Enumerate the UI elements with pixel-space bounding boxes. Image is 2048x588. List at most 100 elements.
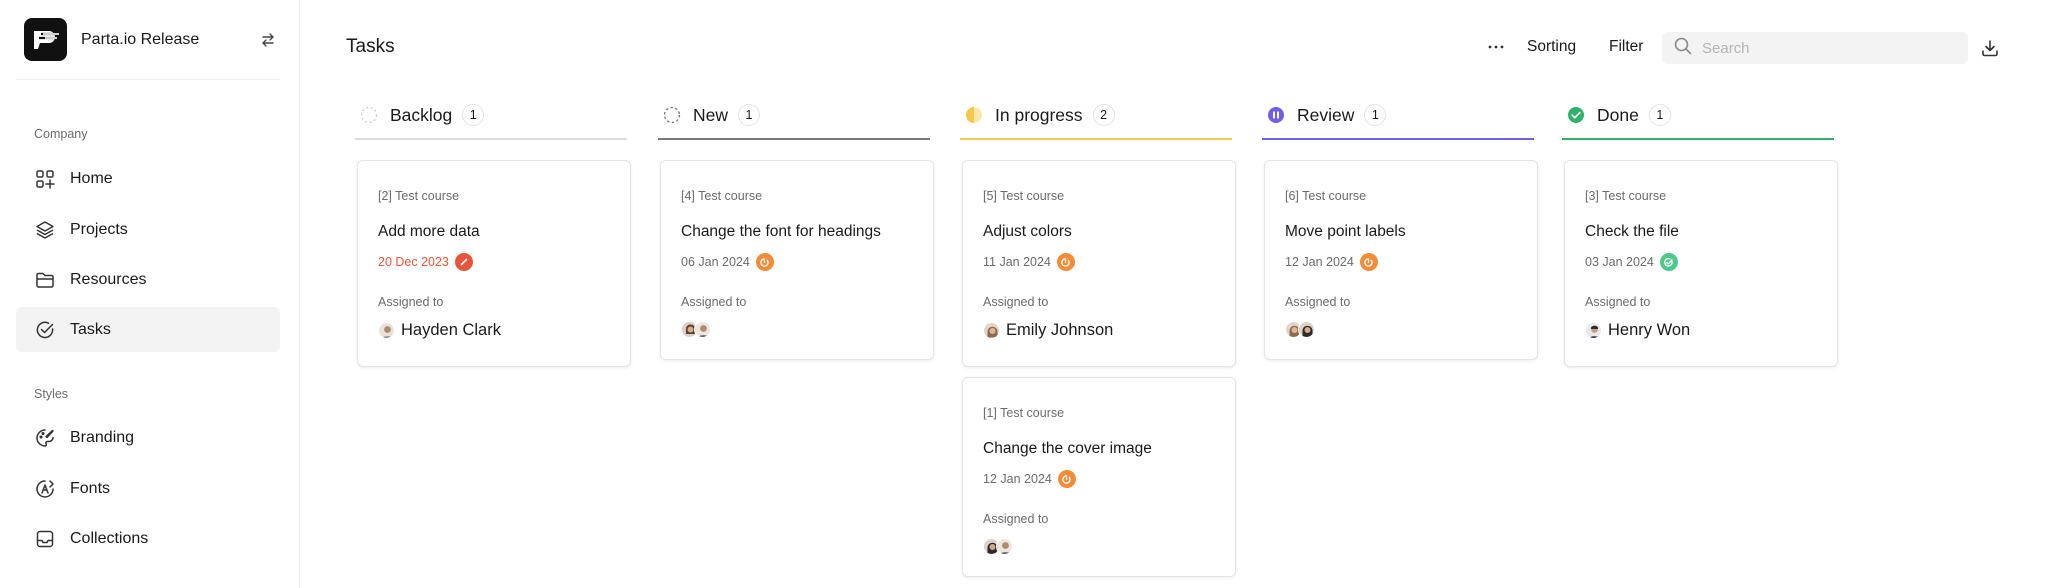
card-date: 12 Jan 2024 <box>983 472 1052 486</box>
assigned-label: Assigned to <box>378 295 444 309</box>
card-assignee: Henry Won <box>1585 321 1690 340</box>
assignee-name: Henry Won <box>1608 321 1691 339</box>
column-header[interactable]: Backlog 1 <box>355 92 627 140</box>
card-course: [4] Test course <box>681 189 763 203</box>
card-date: 12 Jan 2024 <box>1285 255 1354 269</box>
card-due-date: 12 Jan 2024 <box>1285 253 1378 271</box>
palette-icon <box>34 427 56 449</box>
page-title: Tasks <box>346 36 395 57</box>
task-card[interactable]: [6] Test course Move point labels 12 Jan… <box>1264 160 1538 360</box>
column-in-progress: In progress 2 [5] Test course Adjust col… <box>960 92 1236 577</box>
avatar <box>1585 322 1602 339</box>
column-count-badge: 1 <box>462 104 485 126</box>
pending-icon <box>755 253 774 271</box>
card-assignee <box>681 321 711 338</box>
sidebar-item-resources[interactable]: Resources <box>16 257 280 302</box>
card-title: Change the cover image <box>983 440 1152 457</box>
sidebar-item-label: Tasks <box>70 320 111 338</box>
assignee-name: Emily Johnson <box>1006 321 1114 339</box>
more-options-icon[interactable] <box>1486 37 1506 57</box>
avatar <box>983 322 1000 339</box>
font-icon <box>34 478 56 500</box>
card-course: [1] Test course <box>983 406 1065 420</box>
section-label-styles: Styles <box>34 387 69 401</box>
new-status-icon <box>663 106 681 124</box>
card-assignee <box>983 538 1013 555</box>
card-course: [5] Test course <box>983 189 1065 203</box>
card-course: [6] Test course <box>1285 189 1367 203</box>
completed-icon <box>1659 253 1678 271</box>
assigned-label: Assigned to <box>1585 295 1651 309</box>
column-title: Done <box>1597 104 1639 125</box>
done-status-icon <box>1567 106 1585 124</box>
sidebar-item-branding[interactable]: Branding <box>16 415 280 460</box>
grid-plus-icon <box>34 168 56 190</box>
pending-icon <box>1359 253 1378 271</box>
task-card[interactable]: [3] Test course Check the file 03 Jan 20… <box>1564 160 1838 367</box>
column-new: New 1 [4] Test course Change the font fo… <box>658 92 934 360</box>
inbox-icon <box>34 528 56 550</box>
switch-arrows-icon[interactable] <box>256 28 280 52</box>
card-assignee: Emily Johnson <box>983 321 1113 340</box>
check-circle-icon <box>34 319 56 341</box>
sidebar-item-label: Resources <box>70 270 147 288</box>
column-header[interactable]: Done 1 <box>1562 92 1834 140</box>
column-header[interactable]: New 1 <box>658 92 930 140</box>
sidebar-item-home[interactable]: Home <box>16 156 280 201</box>
sorting-button[interactable]: Sorting <box>1527 38 1576 56</box>
card-assignee: Hayden Clark <box>378 321 501 340</box>
card-due-date: 12 Jan 2024 <box>983 470 1076 488</box>
sidebar-item-collections[interactable]: Collections <box>16 516 280 561</box>
card-course: [2] Test course <box>378 189 460 203</box>
divider <box>16 79 280 80</box>
avatar <box>694 321 711 338</box>
layers-icon <box>34 219 56 241</box>
card-date: 11 Jan 2024 <box>983 255 1051 269</box>
column-title: Backlog <box>390 104 453 125</box>
filter-button[interactable]: Filter <box>1609 38 1643 56</box>
assigned-label: Assigned to <box>681 295 747 309</box>
sidebar-item-label: Fonts <box>70 479 111 497</box>
review-status-icon <box>1267 106 1285 124</box>
task-card[interactable]: [4] Test course Change the font for head… <box>660 160 934 360</box>
sidebar-item-fonts[interactable]: Fonts <box>16 466 280 511</box>
search-input[interactable] <box>1702 39 1952 57</box>
card-course: [3] Test course <box>1585 189 1667 203</box>
section-label-company: Company <box>34 127 88 141</box>
card-due-date: 11 Jan 2024 <box>983 253 1075 271</box>
search-box[interactable] <box>1662 32 1968 64</box>
sidebar-item-tasks[interactable]: Tasks <box>16 307 280 352</box>
card-title: Change the font for headings <box>681 223 881 240</box>
sidebar-item-label: Home <box>70 169 113 187</box>
card-due-date: 03 Jan 2024 <box>1585 253 1678 271</box>
card-due-date: 06 Jan 2024 <box>681 253 774 271</box>
workspace-switcher[interactable]: Parta.io Release <box>24 18 280 61</box>
card-date: 03 Jan 2024 <box>1585 255 1654 269</box>
assigned-label: Assigned to <box>1285 295 1351 309</box>
card-date: 20 Dec 2023 <box>378 255 449 269</box>
column-count-badge: 1 <box>1364 104 1387 126</box>
sidebar-item-label: Collections <box>70 529 149 547</box>
assigned-label: Assigned to <box>983 295 1049 309</box>
column-count-badge: 2 <box>1092 104 1115 126</box>
backlog-status-icon <box>360 106 378 124</box>
card-assignee <box>1285 321 1315 338</box>
search-icon <box>1674 37 1692 60</box>
column-count-badge: 1 <box>1648 104 1671 126</box>
sidebar-item-projects[interactable]: Projects <box>16 207 280 252</box>
column-header[interactable]: Review 1 <box>1262 92 1534 140</box>
workspace-logo-icon <box>24 18 67 61</box>
column-title: New <box>693 104 729 125</box>
card-title: Add more data <box>378 223 480 240</box>
avatar <box>996 538 1013 555</box>
pending-icon <box>1057 470 1076 488</box>
task-card[interactable]: [5] Test course Adjust colors 11 Jan 202… <box>962 160 1236 367</box>
card-date: 06 Jan 2024 <box>681 255 750 269</box>
download-icon[interactable] <box>1978 36 2002 60</box>
task-card[interactable]: [2] Test course Add more data 20 Dec 202… <box>357 160 631 367</box>
column-header[interactable]: In progress 2 <box>960 92 1232 140</box>
overdue-icon <box>454 253 473 271</box>
sidebar-item-label: Branding <box>70 428 135 446</box>
task-card[interactable]: [1] Test course Change the cover image 1… <box>962 377 1236 577</box>
folder-icon <box>34 269 56 291</box>
